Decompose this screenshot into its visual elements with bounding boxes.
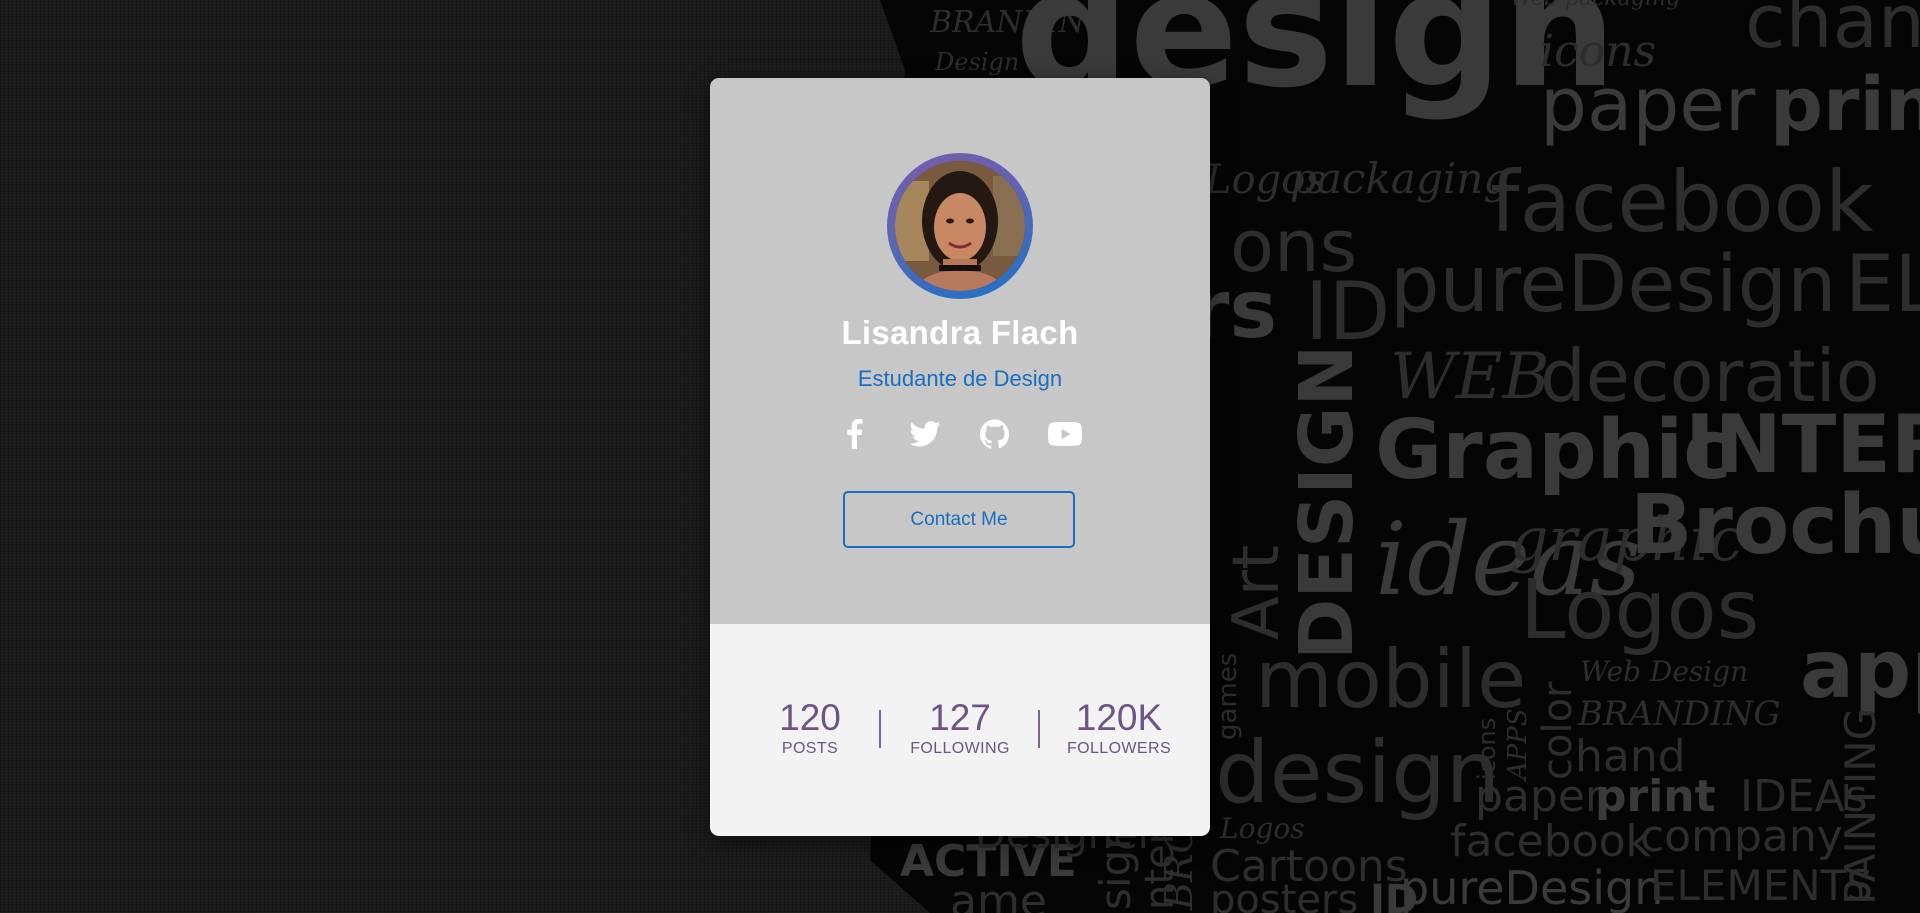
bg-word: paper [1475,771,1603,822]
bg-word: mobile [1255,633,1527,726]
stat-label: POSTS [781,740,839,757]
bg-word: ame [950,876,1047,913]
bg-word: APPS [1503,708,1533,780]
avatar-ring [887,153,1033,299]
profile-header: Lisandra Flach Estudante de Design Conta… [710,78,1210,624]
bg-word: Design [935,48,1020,76]
bg-word: pureDesign [1400,861,1664,913]
bg-word: Art [1220,544,1294,640]
bg-word: posters [1210,877,1359,913]
facebook-icon [847,419,863,449]
stat-label: FOLLOWERS [1066,740,1172,757]
bg-word: pureDesign [1390,240,1837,330]
profile-name: Lisandra Flach [841,314,1079,351]
profile-subtitle: Estudante de Design [857,366,1063,391]
stat-posts: 120 POSTS [740,698,880,758]
bg-word: INTERA [1685,398,1920,491]
youtube-icon [1048,422,1082,446]
bg-word: BRANDING [1578,694,1781,734]
avatar-photo [895,161,1025,291]
bg-word: company [1640,811,1843,862]
bg-word: chand [1745,0,1920,65]
stat-label: FOLLOWING [910,740,1010,757]
bg-word: prin [1770,62,1920,148]
bg-word: WEB [1390,340,1550,414]
stat-divider [1038,710,1040,748]
bg-word: Brochures [1630,478,1920,573]
bg-word: ELEMENTS [1650,861,1873,910]
bg-word: color [1535,681,1581,781]
stat-following: 127 FOLLOWING [890,698,1030,758]
github-icon [980,419,1009,449]
bg-word: EL [1845,240,1920,330]
twitter-icon [909,421,941,447]
profile-stats: 120 POSTS 127 FOLLOWING 120K FOLLOWERS [710,624,1210,836]
github-link[interactable] [977,416,1013,452]
stat-divider [879,710,881,748]
facebook-link[interactable] [837,416,873,452]
bg-word: design [1215,723,1501,823]
bg-word: Logos [1220,812,1305,845]
bg-word: Web Design [1580,655,1749,688]
bg-word: paper [1540,62,1756,148]
bg-word: Logos [1520,563,1760,658]
bg-word: facebook [1450,816,1651,867]
stat-value: 120K [1075,697,1163,738]
contact-me-button[interactable]: Contact Me [843,491,1075,548]
bg-word: DESIGN [1284,344,1370,660]
twitter-link[interactable] [907,416,943,452]
bg-word: ID [1305,265,1391,358]
stat-value: 127 [929,697,991,738]
bg-word: Web packaging [1510,0,1680,10]
bg-word: packaging [1290,154,1511,203]
profile-card: Lisandra Flach Estudante de Design Conta… [710,78,1210,836]
bg-word: app [1800,623,1920,716]
stat-value: 120 [779,697,841,738]
avatar [895,161,1025,291]
bg-word: facebook [1490,153,1874,251]
social-links [710,416,1210,452]
youtube-link[interactable] [1047,416,1083,452]
stat-followers: 120K FOLLOWERS [1049,698,1189,758]
